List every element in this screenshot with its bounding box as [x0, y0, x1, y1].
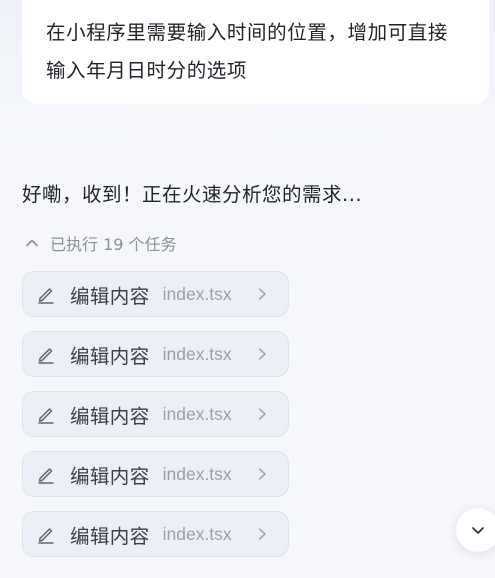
chevron-right-icon [258, 348, 266, 360]
task-action-label: 编辑内容 [70, 464, 150, 488]
task-action-label: 编辑内容 [70, 524, 150, 548]
user-message-line-1: 在小程序里需要输入时间的位置，增加可直接 [46, 21, 449, 44]
task-file-name: index.tsx [162, 403, 232, 424]
pencil-icon [36, 284, 56, 304]
task-item[interactable]: 编辑内容 index.tsx [22, 511, 289, 557]
task-summary-label: 已执行 19 个任务 [50, 235, 177, 254]
task-file-name: index.tsx [162, 463, 232, 484]
task-action-label: 编辑内容 [70, 404, 150, 428]
task-file-name: index.tsx [162, 283, 232, 304]
pencil-icon [36, 464, 56, 484]
task-action-label: 编辑内容 [70, 344, 150, 368]
chevron-up-icon [24, 235, 40, 251]
task-item[interactable]: 编辑内容 index.tsx [22, 451, 289, 497]
scroll-to-bottom-button[interactable] [456, 508, 495, 552]
pencil-icon [36, 404, 56, 424]
task-action-label: 编辑内容 [70, 284, 150, 308]
user-message-bubble: 在小程序里需要输入时间的位置，增加可直接 输入年月日时分的选项 [22, 0, 489, 104]
task-file-name: index.tsx [162, 343, 232, 364]
task-file-name: index.tsx [162, 523, 232, 544]
pencil-icon [36, 524, 56, 544]
chevron-right-icon [258, 288, 266, 300]
task-item[interactable]: 编辑内容 index.tsx [22, 391, 289, 437]
chevron-right-icon [258, 528, 266, 540]
chevron-right-icon [258, 408, 266, 420]
chevron-right-icon [258, 468, 266, 480]
pencil-icon [36, 344, 56, 364]
task-item[interactable]: 编辑内容 index.tsx [22, 331, 289, 377]
assistant-reply: 好嘞，收到！正在火速分析您的需求... [22, 183, 363, 206]
chat-page: 在小程序里需要输入时间的位置，增加可直接 输入年月日时分的选项 好嘞，收到！正在… [0, 0, 495, 578]
user-message-line-2: 输入年月日时分的选项 [46, 59, 248, 82]
chevron-down-icon [472, 527, 484, 534]
task-summary-toggle[interactable]: 已执行 19 个任务 [24, 230, 177, 256]
task-item[interactable]: 编辑内容 index.tsx [22, 271, 289, 317]
